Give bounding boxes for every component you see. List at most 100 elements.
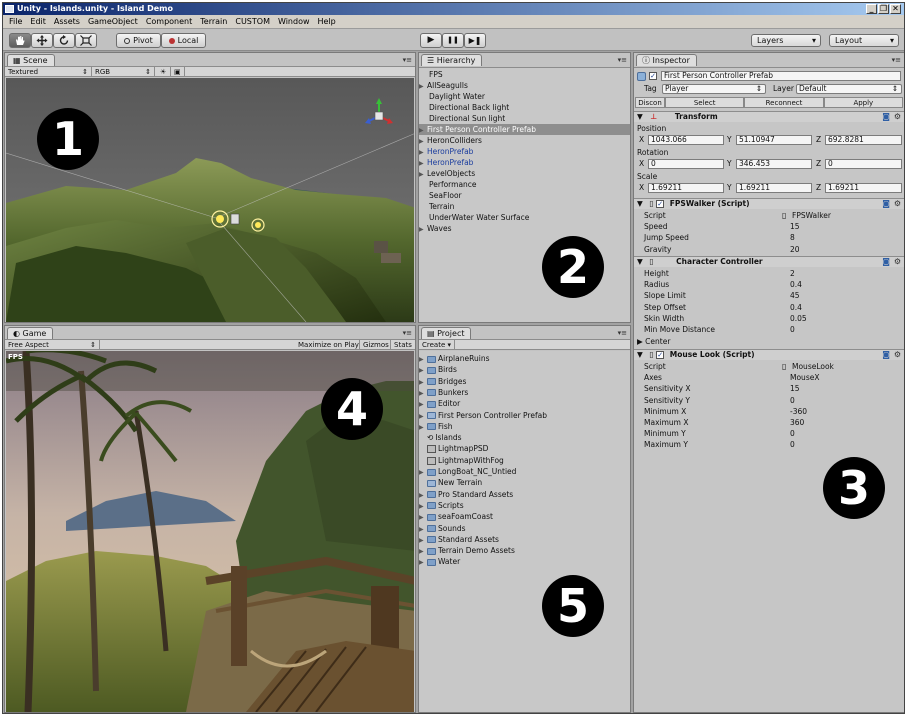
project-item[interactable]: ▶ Bridges	[419, 376, 630, 387]
tag-dropdown[interactable]: Player ⇕	[662, 84, 766, 94]
play-button[interactable]: ▶	[420, 33, 442, 48]
gear-icon[interactable]: ⚙	[894, 112, 901, 122]
hierarchy-item[interactable]: ▶ AllSeagulls	[419, 80, 630, 91]
project-item[interactable]: ▶ Fish	[419, 421, 630, 432]
property-value[interactable]: 0.4	[790, 303, 802, 313]
hierarchy-item[interactable]: ▶ Waves	[419, 223, 630, 234]
project-item[interactable]: ▶ Editor	[419, 398, 630, 409]
scene-lighting-toggle[interactable]: ☀	[157, 67, 171, 77]
disconnect-button[interactable]: Discon	[635, 97, 665, 108]
hand-tool-button[interactable]	[9, 33, 31, 48]
menu-terrain[interactable]: Terrain	[196, 15, 231, 28]
project-item[interactable]: ⟲ Islands	[419, 432, 630, 443]
property-value[interactable]: 0	[790, 396, 795, 406]
panel-menu-icon[interactable]: ▾≡	[618, 56, 627, 64]
scale-tool-button[interactable]	[75, 33, 97, 48]
position-y-field[interactable]: 51.10947	[736, 135, 812, 145]
layout-dropdown[interactable]: Layout ▾	[829, 34, 899, 47]
project-item[interactable]: ▶ Scripts	[419, 500, 630, 511]
property-value[interactable]: MouseX	[790, 373, 819, 383]
object-name-field[interactable]: First Person Controller Prefab	[661, 71, 901, 81]
property-value[interactable]: 2	[790, 269, 795, 279]
position-x-field[interactable]: 1043.066	[648, 135, 724, 145]
menu-custom[interactable]: CUSTOM	[231, 15, 274, 28]
scale-y-field[interactable]: 1.69211	[736, 183, 812, 193]
tab-game[interactable]: ◐ Game	[7, 327, 54, 339]
panel-menu-icon[interactable]: ▾≡	[892, 56, 901, 64]
project-item[interactable]: ▶ Sounds	[419, 523, 630, 534]
menu-help[interactable]: Help	[314, 15, 340, 28]
property-value[interactable]: MouseLook	[792, 362, 834, 372]
project-item[interactable]: ▶ AirplaneRuins	[419, 353, 630, 364]
project-item[interactable]: ▶ Pro Standard Assets	[419, 489, 630, 500]
position-z-field[interactable]: 692.8281	[825, 135, 902, 145]
character-controller-header[interactable]: ▼ ▯ Character Controller ◙ ⚙	[634, 256, 904, 267]
project-item[interactable]: ▶ Water	[419, 556, 630, 567]
property-value[interactable]: 0.05	[790, 314, 807, 324]
scale-z-field[interactable]: 1.69211	[825, 183, 902, 193]
menu-component[interactable]: Component	[142, 15, 196, 28]
help-book-icon[interactable]: ◙	[882, 350, 890, 360]
aspect-dropdown[interactable]: Free Aspect ⇕	[5, 340, 100, 350]
scale-x-field[interactable]: 1.69211	[648, 183, 724, 193]
property-value[interactable]: 15	[790, 384, 800, 394]
mouselook-header[interactable]: ▼ ▯ ✓ Mouse Look (Script) ◙ ⚙	[634, 349, 904, 360]
menu-assets[interactable]: Assets	[50, 15, 84, 28]
apply-button[interactable]: Apply	[823, 97, 903, 108]
hierarchy-item[interactable]: ▶ HeronPrefab	[419, 157, 630, 168]
hierarchy-item[interactable]: SeaFloor	[419, 190, 630, 201]
move-tool-button[interactable]	[31, 33, 53, 48]
layer-dropdown[interactable]: Default ⇕	[796, 84, 902, 94]
menu-file[interactable]: File	[5, 15, 26, 28]
transform-header[interactable]: ▼ ⊥ Transform ◙ ⚙	[634, 111, 904, 122]
hierarchy-item[interactable]: ▶ HeronColliders	[419, 135, 630, 146]
property-value[interactable]: 15	[790, 222, 800, 232]
maximize-on-play-toggle[interactable]: Maximize on Play	[295, 340, 360, 350]
help-book-icon[interactable]: ◙	[882, 257, 890, 267]
fpswalker-enabled-checkbox[interactable]: ✓	[656, 200, 665, 208]
stats-toggle[interactable]: Stats	[391, 340, 415, 350]
tab-hierarchy[interactable]: ☰ Hierarchy	[421, 54, 483, 66]
gizmos-toggle[interactable]: Gizmos	[360, 340, 391, 350]
gear-icon[interactable]: ⚙	[894, 257, 901, 267]
project-item[interactable]: LightmapPSD	[419, 443, 630, 454]
panel-menu-icon[interactable]: ▾≡	[403, 56, 412, 64]
pivot-toggle[interactable]: Pivot	[116, 33, 161, 48]
tab-project[interactable]: ▤ Project	[421, 327, 472, 339]
gear-icon[interactable]: ⚙	[894, 350, 901, 360]
object-active-checkbox[interactable]: ✓	[649, 72, 657, 80]
mouselook-enabled-checkbox[interactable]: ✓	[656, 351, 665, 359]
project-item[interactable]: ▶ First Person Controller Prefab	[419, 410, 630, 421]
project-item[interactable]: ▶ Standard Assets	[419, 534, 630, 545]
foldout-closed-icon[interactable]: ▶	[419, 557, 427, 568]
project-item[interactable]: ▶ Birds	[419, 364, 630, 375]
project-item[interactable]: LightmapWithFog	[419, 455, 630, 466]
foldout-closed-icon[interactable]: ▶	[419, 224, 427, 235]
hierarchy-item[interactable]: Directional Back light	[419, 102, 630, 113]
scene-overlay-toggle[interactable]: ▣	[171, 67, 185, 77]
local-toggle[interactable]: Local	[161, 33, 206, 48]
hierarchy-item[interactable]: ▶ LevelObjects	[419, 168, 630, 179]
minimize-button[interactable]: _	[866, 4, 877, 14]
reconnect-button[interactable]: Reconnect	[744, 97, 824, 108]
menu-gameobject[interactable]: GameObject	[84, 15, 142, 28]
property-value[interactable]: 0	[790, 429, 795, 439]
property-value[interactable]: 0	[790, 440, 795, 450]
render-mode-dropdown[interactable]: Textured ⇕	[5, 67, 92, 77]
property-value[interactable]: 8	[790, 233, 795, 243]
center-foldout[interactable]: ▶ Center	[637, 337, 670, 347]
hierarchy-item[interactable]: Terrain	[419, 201, 630, 212]
hierarchy-item[interactable]: FPS	[419, 69, 630, 80]
rotate-tool-button[interactable]	[53, 33, 75, 48]
menu-edit[interactable]: Edit	[26, 15, 50, 28]
rotation-x-field[interactable]: 0	[648, 159, 724, 169]
create-dropdown[interactable]: Create ▾	[419, 340, 455, 350]
menu-window[interactable]: Window	[274, 15, 314, 28]
property-value[interactable]: -360	[790, 407, 807, 417]
hierarchy-item[interactable]: Directional Sun light	[419, 113, 630, 124]
property-value[interactable]: 0	[790, 325, 795, 335]
project-item[interactable]: ▶ Terrain Demo Assets	[419, 545, 630, 556]
hierarchy-item[interactable]: Daylight Water	[419, 91, 630, 102]
project-item[interactable]: ▶ LongBoat_NC_Untied	[419, 466, 630, 477]
property-value[interactable]: FPSWalker	[792, 211, 831, 221]
